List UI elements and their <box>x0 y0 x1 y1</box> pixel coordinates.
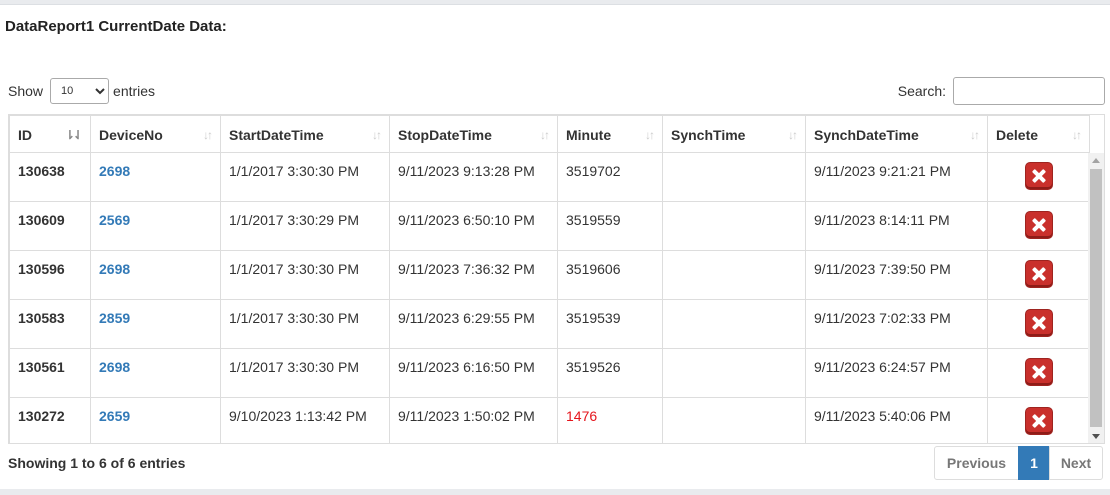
cell-minute: 3519526 <box>557 348 663 398</box>
column-header-deviceno[interactable]: DeviceNo ↓↑ <box>90 115 221 153</box>
sort-arrows-icon: ↓↑ <box>203 128 213 142</box>
cell-synchdatetime: 9/11/2023 8:14:11 PM <box>805 201 988 251</box>
cell-synchtime <box>662 397 806 443</box>
cell-id: 130272 <box>9 397 91 443</box>
cell-minute: 3519702 <box>557 152 663 202</box>
entries-label: entries <box>113 83 156 99</box>
table-row: 130596 2698 1/1/2017 3:30:30 PM 9/11/202… <box>9 250 1090 300</box>
column-header-id[interactable]: ID ⇂⇃ <box>9 115 91 153</box>
cell-synchtime <box>662 250 806 300</box>
scrollbar-thumb[interactable] <box>1090 169 1102 427</box>
device-link[interactable]: 2698 <box>90 250 221 300</box>
table-info: Showing 1 to 6 of 6 entries <box>8 455 186 471</box>
sort-arrows-icon: ↓↑ <box>372 128 382 142</box>
cell-start: 1/1/2017 3:30:30 PM <box>220 250 390 300</box>
cell-synchtime <box>662 348 806 398</box>
previous-button[interactable]: Previous <box>934 446 1019 480</box>
table-row: 130609 2569 1/1/2017 3:30:29 PM 9/11/202… <box>9 201 1090 251</box>
cell-minute: 3519559 <box>557 201 663 251</box>
cell-synchtime <box>662 299 806 349</box>
cell-stop: 9/11/2023 7:36:32 PM <box>389 250 558 300</box>
column-header-minute[interactable]: Minute ↓↑ <box>557 115 663 153</box>
data-table: ID ⇂⇃ DeviceNo ↓↑ StartDateTime ↓↑ StopDate… <box>9 115 1090 443</box>
cell-id: 130609 <box>9 201 91 251</box>
cell-stop: 9/11/2023 6:50:10 PM <box>389 201 558 251</box>
sort-arrows-icon: ↓↑ <box>645 128 655 142</box>
search-label: Search: <box>897 83 946 99</box>
cell-synchtime <box>662 152 806 202</box>
report-panel: DataReport1 CurrentDate Data: Show 10 en… <box>0 4 1110 489</box>
cell-id: 130638 <box>9 152 91 202</box>
search-control: Search: <box>898 77 1105 105</box>
column-header-stopdatetime[interactable]: StopDateTime ↓↑ <box>389 115 558 153</box>
cell-stop: 9/11/2023 6:16:50 PM <box>389 348 558 398</box>
column-header-delete[interactable]: Delete ↓↑ <box>987 115 1090 153</box>
cell-synchtime <box>662 201 806 251</box>
page-1-button[interactable]: 1 <box>1018 446 1050 480</box>
cell-start: 1/1/2017 3:30:30 PM <box>220 348 390 398</box>
page-title: DataReport1 CurrentDate Data: <box>5 18 227 35</box>
cell-start: 9/10/2023 1:13:42 PM <box>220 397 390 443</box>
column-header-startdatetime[interactable]: StartDateTime ↓↑ <box>220 115 390 153</box>
delete-button[interactable] <box>1025 212 1052 238</box>
cell-id: 130561 <box>9 348 91 398</box>
table-scrollbar[interactable] <box>1088 153 1104 443</box>
delete-button[interactable] <box>1025 359 1052 385</box>
scroll-down-icon[interactable] <box>1092 434 1100 439</box>
cell-synchdatetime: 9/11/2023 7:39:50 PM <box>805 250 988 300</box>
table-row: 130638 2698 1/1/2017 3:30:30 PM 9/11/202… <box>9 152 1090 202</box>
device-link[interactable]: 2698 <box>90 348 221 398</box>
cell-start: 1/1/2017 3:30:29 PM <box>220 201 390 251</box>
column-header-synchtime[interactable]: SynchTime ↓↑ <box>662 115 806 153</box>
table-row: 130272 2659 9/10/2023 1:13:42 PM 9/11/20… <box>9 397 1090 443</box>
entries-select[interactable]: 10 <box>50 78 110 104</box>
entries-length-control: Show 10 entries <box>8 78 155 104</box>
cell-delete <box>987 299 1090 349</box>
device-link[interactable]: 2698 <box>90 152 221 202</box>
cell-synchdatetime: 9/11/2023 9:21:21 PM <box>805 152 988 202</box>
delete-button[interactable] <box>1025 261 1052 287</box>
pagination: Previous 1 Next <box>934 446 1103 480</box>
cell-id: 130596 <box>9 250 91 300</box>
cell-minute: 1476 <box>557 397 663 443</box>
delete-button[interactable] <box>1025 408 1052 434</box>
cell-stop: 9/11/2023 1:50:02 PM <box>389 397 558 443</box>
cell-synchdatetime: 9/11/2023 6:24:57 PM <box>805 348 988 398</box>
table-row: 130583 2859 1/1/2017 3:30:30 PM 9/11/202… <box>9 299 1090 349</box>
delete-button[interactable] <box>1025 310 1052 336</box>
sort-arrows-icon: ↓↑ <box>540 128 550 142</box>
scroll-up-icon[interactable] <box>1092 158 1100 163</box>
cell-delete <box>987 250 1090 300</box>
cell-stop: 9/11/2023 9:13:28 PM <box>389 152 558 202</box>
cell-synchdatetime: 9/11/2023 5:40:06 PM <box>805 397 988 443</box>
cell-minute: 3519606 <box>557 250 663 300</box>
delete-button[interactable] <box>1025 163 1052 189</box>
table-row: 130561 2698 1/1/2017 3:30:30 PM 9/11/202… <box>9 348 1090 398</box>
sort-desc-icon: ⇂⇃ <box>64 128 83 142</box>
header-row: ID ⇂⇃ DeviceNo ↓↑ StartDateTime ↓↑ StopDate… <box>9 115 1090 153</box>
search-input[interactable] <box>953 77 1105 105</box>
cell-delete <box>987 348 1090 398</box>
device-link[interactable]: 2659 <box>90 397 221 443</box>
cell-id: 130583 <box>9 299 91 349</box>
show-label: Show <box>8 83 44 99</box>
cell-delete <box>987 201 1090 251</box>
cell-start: 1/1/2017 3:30:30 PM <box>220 152 390 202</box>
column-header-synchdatetime[interactable]: SynchDateTime ↓↑ <box>805 115 988 153</box>
cell-synchdatetime: 9/11/2023 7:02:33 PM <box>805 299 988 349</box>
cell-delete <box>987 152 1090 202</box>
sort-arrows-icon: ↓↑ <box>788 128 798 142</box>
cell-minute: 3519539 <box>557 299 663 349</box>
sort-arrows-icon: ↓↑ <box>970 128 980 142</box>
device-link[interactable]: 2569 <box>90 201 221 251</box>
table-container: ID ⇂⇃ DeviceNo ↓↑ StartDateTime ↓↑ StopDate… <box>8 114 1105 444</box>
cell-start: 1/1/2017 3:30:30 PM <box>220 299 390 349</box>
cell-stop: 9/11/2023 6:29:55 PM <box>389 299 558 349</box>
next-button[interactable]: Next <box>1049 446 1103 480</box>
cell-delete <box>987 397 1090 443</box>
sort-arrows-icon: ↓↑ <box>1072 128 1082 142</box>
device-link[interactable]: 2859 <box>90 299 221 349</box>
